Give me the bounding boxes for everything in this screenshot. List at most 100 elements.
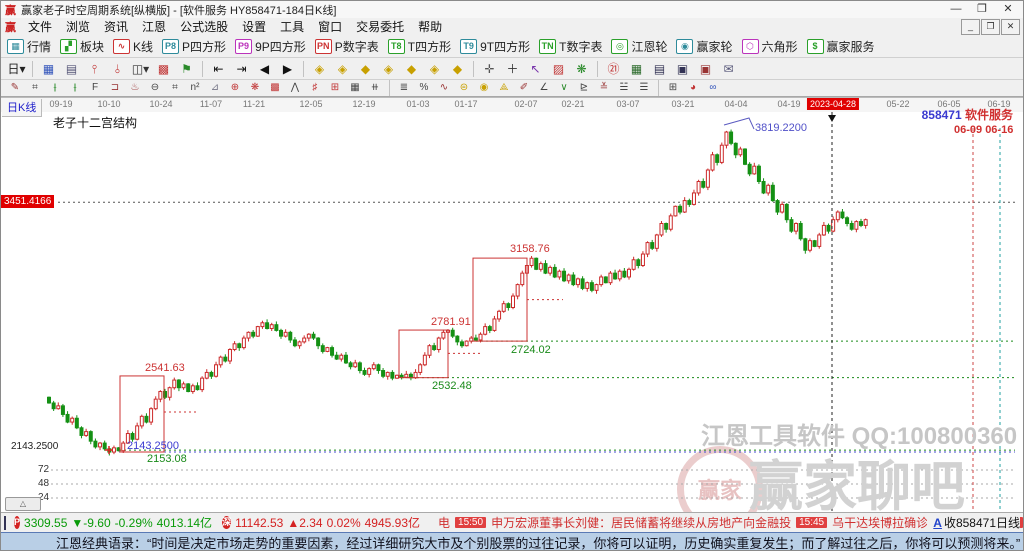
menu-item[interactable]: 窗口 — [311, 18, 349, 35]
kline-chart-panel[interactable]: 09-1910-1010-2411-0711-2112-0512-1901-03… — [1, 97, 1024, 512]
pattern-view-icon[interactable]: ▩ — [153, 59, 174, 79]
hand-tool-icon[interactable]: ✛ — [479, 59, 500, 79]
shenzhen-index-icon[interactable]: 深 — [222, 516, 231, 529]
infinity-panel-icon[interactable]: ∞ — [704, 80, 722, 96]
zigzag-tool-icon[interactable]: ⋀ — [286, 80, 304, 96]
angle-tool-icon[interactable]: ∠ — [535, 80, 553, 96]
gann-tool-4-icon[interactable]: ◈ — [378, 59, 399, 79]
hatch-tool-icon[interactable]: ⌗ — [26, 80, 44, 96]
lines-tool-icon[interactable]: ☰ — [635, 80, 653, 96]
menu-item[interactable]: 浏览 — [59, 18, 97, 35]
wedge-tool-icon[interactable]: ⊵ — [575, 80, 593, 96]
menu-item[interactable]: 帮助 — [411, 18, 449, 35]
first-bar-icon[interactable]: ⇤ — [208, 59, 229, 79]
matrix-tool-icon[interactable]: ▦ — [346, 80, 364, 96]
mdi-minimize-button[interactable]: _ — [961, 19, 980, 35]
menu-item[interactable]: 文件 — [21, 18, 59, 35]
time-circle-tool-icon[interactable]: ◉ — [475, 80, 493, 96]
count-tool-icon[interactable]: ♯ — [306, 80, 324, 96]
triangle-tool-icon[interactable]: ⊿ — [206, 80, 224, 96]
minimize-button[interactable]: — — [943, 1, 969, 18]
period-tab[interactable]: 日K线 — [2, 99, 42, 117]
shanghai-index-icon[interactable]: P — [14, 516, 20, 529]
close-button[interactable]: ✕ — [995, 1, 1021, 18]
parallel-tool-icon[interactable]: ⧺ — [366, 80, 384, 96]
star-tool-icon[interactable]: ❋ — [246, 80, 264, 96]
gann-angles-2-icon[interactable]: ⫲ — [66, 80, 84, 96]
toolbar-button-sectors[interactable]: ▞板块 — [60, 38, 104, 55]
square-of-nine-icon[interactable]: n² — [186, 80, 204, 96]
wheel-mini-tool-icon[interactable]: ❋ — [571, 59, 592, 79]
gann-tool-6-icon[interactable]: ◈ — [424, 59, 445, 79]
wave-tool-icon[interactable]: ∿ — [435, 80, 453, 96]
bar-chart-alt-icon[interactable]: ⫰ — [107, 59, 128, 79]
gann-tool-1-icon[interactable]: ◈ — [309, 59, 330, 79]
last-bar-icon[interactable]: ⇥ — [231, 59, 252, 79]
pyramid-tool-icon[interactable]: ⟁ — [495, 80, 513, 96]
marker-tool-icon[interactable]: ✐ — [515, 80, 533, 96]
percent-tool-icon[interactable]: % — [415, 80, 433, 96]
news-headline[interactable]: 申万宏源董事长刘健：居民储蓄将继续从房地产向金融投 — [491, 514, 791, 531]
mdi-restore-button[interactable]: ❐ — [981, 19, 1000, 35]
level-tool-icon[interactable]: ≚ — [595, 80, 613, 96]
trigram-tool-icon[interactable]: ☱ — [615, 80, 633, 96]
mail-icon[interactable]: ✉ — [718, 59, 739, 79]
gann-tool-5-icon[interactable]: ◆ — [401, 59, 422, 79]
info-board-icon[interactable]: ▤ — [61, 59, 82, 79]
toolbar-button-t-square[interactable]: T8T四方形 — [388, 38, 451, 55]
mdi-close-button[interactable]: ✕ — [1001, 19, 1020, 35]
circle-cross-tool-icon[interactable]: ⊕ — [226, 80, 244, 96]
quote-table-icon[interactable]: ▦ — [38, 59, 59, 79]
fibonacci-tool-icon[interactable]: F — [86, 80, 104, 96]
keyboard-wizard-icon[interactable] — [4, 516, 6, 530]
toolbar-button-gann-wheel[interactable]: ◎江恩轮 — [611, 38, 667, 55]
maximize-button[interactable]: ❐ — [969, 1, 995, 18]
flag-marker-icon[interactable]: ⚑ — [176, 59, 197, 79]
toolbar-button-t-number-table[interactable]: TNT数字表 — [539, 38, 602, 55]
gann-tool-3-icon[interactable]: ◆ — [355, 59, 376, 79]
toolbar-button-quotes[interactable]: ▦行情 — [7, 38, 51, 55]
notebook-icon[interactable]: ▤ — [649, 59, 670, 79]
next-bar-icon[interactable]: ▶ — [277, 59, 298, 79]
crosshair-tool-icon[interactable]: ＋ — [502, 59, 523, 79]
toolbar-button-winner-wheel[interactable]: ◉赢家轮 — [676, 38, 732, 55]
lattice-tool-icon[interactable]: ⌗ — [166, 80, 184, 96]
calendar-icon[interactable]: ㉑ — [603, 59, 624, 79]
menu-item[interactable]: 交易委托 — [349, 18, 411, 35]
table-tool-icon[interactable]: ⊞ — [326, 80, 344, 96]
toolbar-button-p-square[interactable]: P8P四方形 — [162, 38, 226, 55]
toolbar-button-9p-square[interactable]: P99P四方形 — [235, 38, 306, 55]
period-day-icon[interactable]: 日▾ — [6, 59, 27, 79]
channel-tool-icon[interactable]: ≣ — [395, 80, 413, 96]
prev-bar-icon[interactable]: ◀ — [254, 59, 275, 79]
toolbar-button-9t-square[interactable]: T99T四方形 — [460, 38, 530, 55]
menu-item[interactable]: 江恩 — [135, 18, 173, 35]
box-tool-icon[interactable]: ⊐ — [106, 80, 124, 96]
gann-angles-1-icon[interactable]: ⫲ — [46, 80, 64, 96]
toolbar-button-hexagon[interactable]: ⬡六角形 — [742, 38, 798, 55]
menu-item[interactable]: 公式选股 — [173, 18, 235, 35]
pointer-tool-icon[interactable]: ↖ — [525, 59, 546, 79]
pen-tool-icon[interactable]: ✎ — [6, 80, 24, 96]
cycle-tool-icon[interactable]: ⊜ — [455, 80, 473, 96]
save-as-icon[interactable]: ▣ — [695, 59, 716, 79]
bar-chart-icon[interactable]: ⫯ — [84, 59, 105, 79]
screen-tool-icon[interactable]: ▨ — [548, 59, 569, 79]
spiral-tool-icon[interactable]: ♨ — [126, 80, 144, 96]
toolbar-button-kline[interactable]: ∿K线 — [113, 38, 153, 55]
toolbar-button-winner-service[interactable]: $赢家服务 — [807, 38, 875, 55]
check-tool-icon[interactable]: ∨ — [555, 80, 573, 96]
menu-item[interactable]: 资讯 — [97, 18, 135, 35]
gann-tool-2-icon[interactable]: ◈ — [332, 59, 353, 79]
save-layout-icon[interactable]: ▣ — [672, 59, 693, 79]
gann-tool-7-icon[interactable]: ◆ — [447, 59, 468, 79]
menu-item[interactable]: 工具 — [273, 18, 311, 35]
toolbar-button-p-number-table[interactable]: PNP数字表 — [315, 38, 379, 55]
menu-item[interactable]: 设置 — [235, 18, 273, 35]
ellipse-tool-icon[interactable]: ⊖ — [146, 80, 164, 96]
candle-style-icon[interactable]: ◫▾ — [130, 59, 151, 79]
panel-expand-button[interactable]: △ — [5, 497, 41, 511]
shade-tool-icon[interactable]: ▩ — [266, 80, 284, 96]
calculator-icon[interactable]: ▦ — [626, 59, 647, 79]
pie-panel-icon[interactable]: ◕ — [684, 80, 702, 96]
